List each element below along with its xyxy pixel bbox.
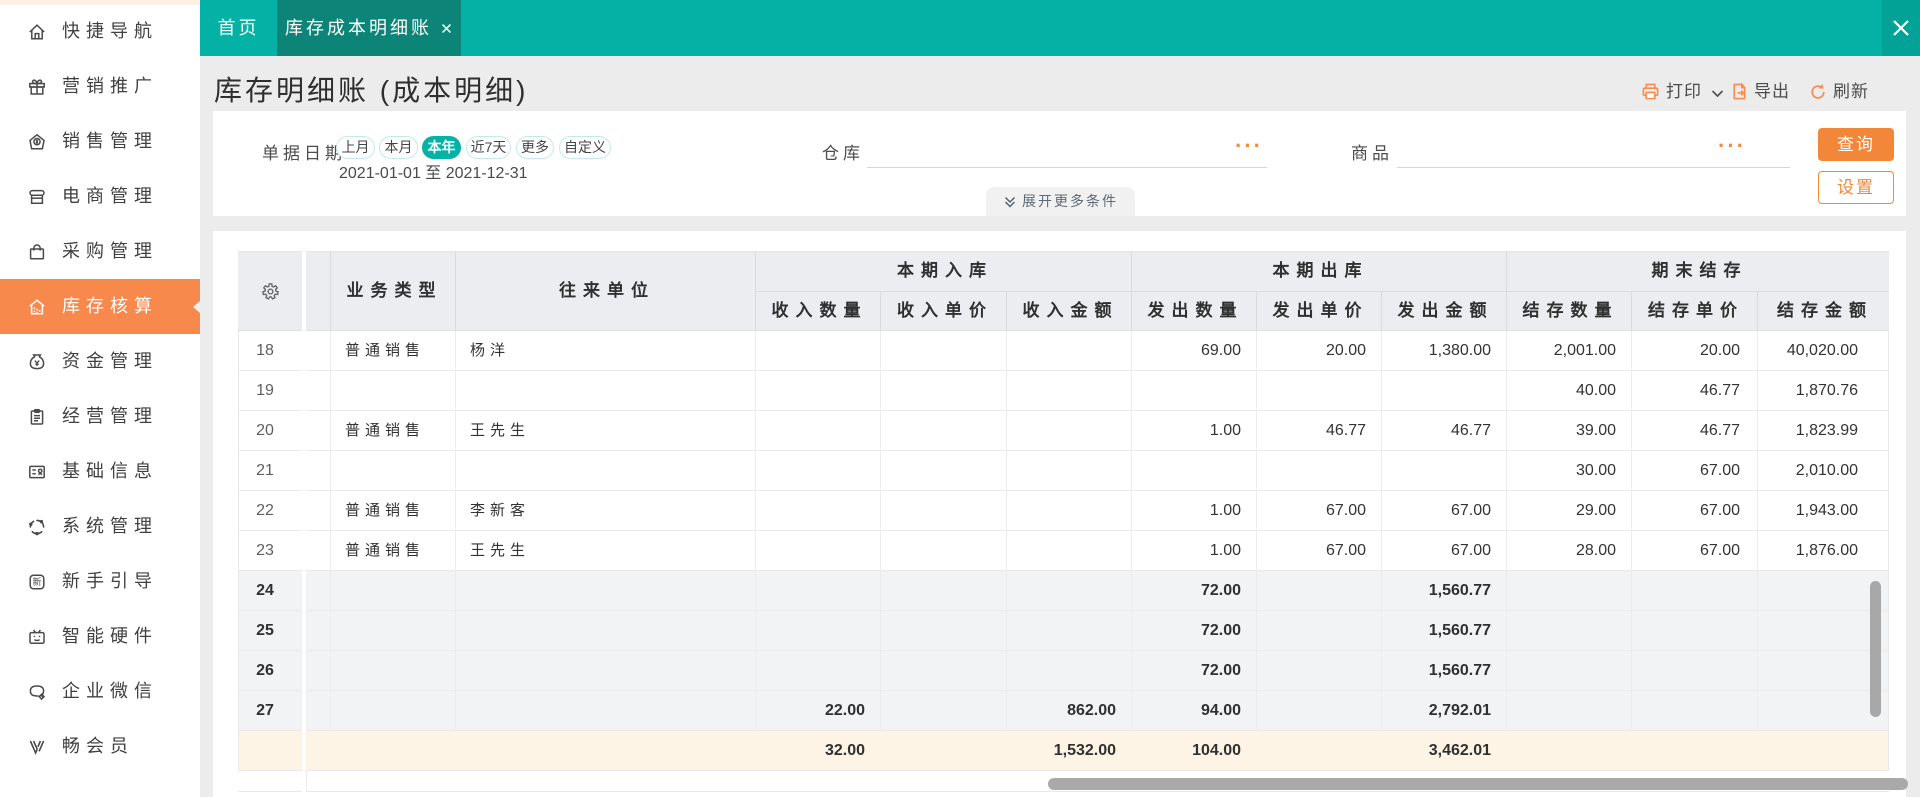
svg-text:新: 新: [32, 576, 41, 587]
